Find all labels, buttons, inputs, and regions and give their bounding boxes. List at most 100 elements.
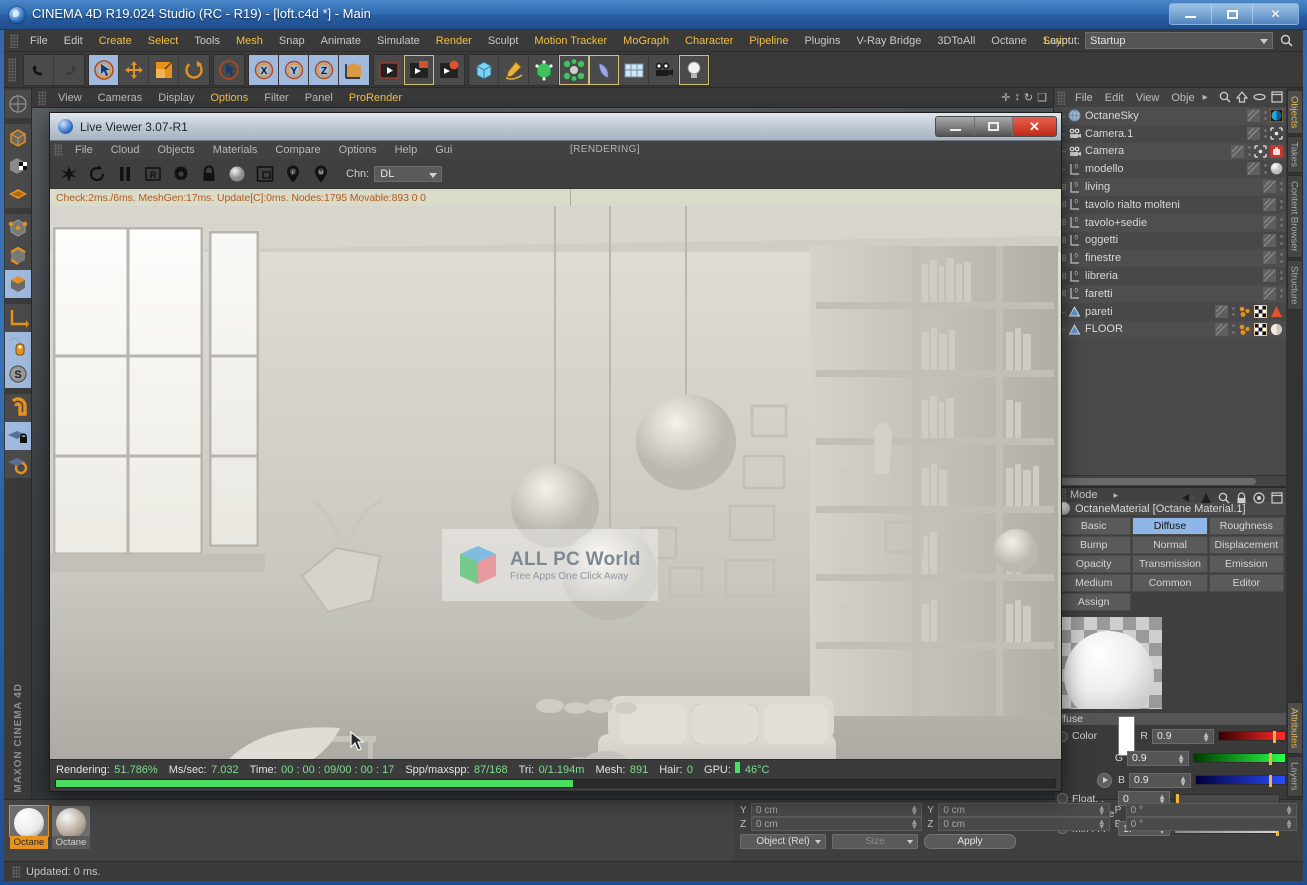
light-icon[interactable] xyxy=(679,54,709,85)
material-preview[interactable] xyxy=(1054,613,1286,713)
dock-tab-attributes[interactable]: Attributes xyxy=(1286,702,1303,755)
object-row[interactable]: – pareti xyxy=(1054,302,1286,321)
object-row[interactable]: ⊞ 0 libreria xyxy=(1054,267,1286,285)
menu-item-3dtoall[interactable]: 3DToAll xyxy=(929,32,983,50)
channel-dropdown[interactable]: DL xyxy=(374,165,443,182)
camera-target-tag[interactable] xyxy=(1254,144,1267,158)
visibility-toggle-icon[interactable] xyxy=(1263,251,1276,265)
object-manager-hscrollbar[interactable] xyxy=(1054,475,1286,486)
object-manager-menu-file[interactable]: File xyxy=(1069,92,1099,104)
object-manager-menu-edit[interactable]: Edit xyxy=(1099,92,1130,104)
render-settings-icon[interactable] xyxy=(434,54,464,85)
scale-icon[interactable] xyxy=(149,54,179,85)
attr-tab-assign[interactable]: Assign xyxy=(1056,593,1132,611)
object-row[interactable]: ⊞ 0 living xyxy=(1054,178,1286,196)
dock-tab-objects[interactable]: Objects xyxy=(1286,90,1303,135)
attr-tab-transmission[interactable]: Transmission xyxy=(1132,555,1208,573)
coordinate-input[interactable]: 0 cm ▲ ▼ xyxy=(938,817,1110,831)
object-row[interactable]: – Camera.1 xyxy=(1054,124,1286,143)
viewport-menu-prorender[interactable]: ProRender xyxy=(341,90,410,106)
visibility-dots-icon[interactable] xyxy=(1279,216,1283,229)
move-icon[interactable] xyxy=(119,54,149,85)
visibility-dots-icon[interactable] xyxy=(1279,180,1283,193)
menu-item-octane[interactable]: Octane xyxy=(983,32,1034,50)
scale-view-icon[interactable]: ↕ xyxy=(1014,91,1020,104)
spinner-icon[interactable]: ▲▼ xyxy=(1098,818,1106,831)
spinner-icon[interactable]: ▲▼ xyxy=(910,804,918,817)
maximize-icon[interactable] xyxy=(974,117,1012,136)
menu-item-snap[interactable]: Snap xyxy=(271,32,313,50)
coordinate-input[interactable]: 0 cm ▲ ▼ xyxy=(938,803,1110,817)
menu-item-mesh[interactable]: Mesh xyxy=(228,32,271,50)
axis-x-lock-icon[interactable]: X xyxy=(249,54,279,85)
live-viewer-menu-objects[interactable]: Objects xyxy=(148,144,203,156)
material-pin-icon[interactable]: M xyxy=(308,162,334,186)
menu-item-render[interactable]: Render xyxy=(428,32,480,50)
axis-z-lock-icon[interactable]: Z xyxy=(309,54,339,85)
model-mode-icon[interactable] xyxy=(4,124,31,152)
visibility-dots-icon[interactable] xyxy=(1279,287,1283,300)
dock-tab-structure[interactable]: Structure xyxy=(1286,259,1303,311)
more-arrow-icon[interactable]: ▸ xyxy=(1201,92,1208,103)
close-icon[interactable]: ✕ xyxy=(1252,4,1298,24)
spinner-icon[interactable]: ▲▼ xyxy=(1285,804,1293,817)
visibility-dots-icon[interactable] xyxy=(1279,251,1283,264)
visibility-toggle-icon[interactable] xyxy=(1263,215,1276,229)
object-row[interactable]: ⊞ 0 tavolo+sedie xyxy=(1054,213,1286,232)
dock-tab-layers[interactable]: Layers xyxy=(1286,756,1303,797)
live-viewer-menu-cloud[interactable]: Cloud xyxy=(102,144,149,156)
visibility-toggle-icon[interactable] xyxy=(1247,126,1260,140)
menu-item-tools[interactable]: Tools xyxy=(186,32,228,50)
attr-tab-emission[interactable]: Emission xyxy=(1208,555,1284,573)
visibility-toggle-icon[interactable] xyxy=(1263,180,1276,194)
polygon-mode-icon[interactable] xyxy=(4,270,31,298)
world-object-coords-icon[interactable] xyxy=(339,54,369,85)
octane-camera-tag[interactable] xyxy=(1270,144,1283,158)
visibility-dots-icon[interactable] xyxy=(1279,269,1283,282)
live-viewer-menu-help[interactable]: Help xyxy=(386,144,427,156)
float-slider[interactable] xyxy=(1174,793,1280,806)
point-mode-icon[interactable] xyxy=(4,214,31,242)
triangle-left-icon[interactable] xyxy=(1180,491,1194,509)
lock-icon[interactable] xyxy=(1236,491,1247,509)
render-region-icon[interactable] xyxy=(404,54,434,85)
visibility-dots-icon[interactable] xyxy=(1231,305,1235,318)
environment-icon[interactable] xyxy=(619,54,649,85)
fit-icon[interactable] xyxy=(1271,491,1283,509)
target-icon[interactable] xyxy=(1253,491,1265,509)
menu-item-motion-tracker[interactable]: Motion Tracker xyxy=(526,32,615,50)
menu-item-mograph[interactable]: MoGraph xyxy=(615,32,677,50)
menu-item-select[interactable]: Select xyxy=(140,32,187,50)
picture-in-picture-icon[interactable] xyxy=(252,162,278,186)
axis-modify-icon[interactable] xyxy=(4,304,31,332)
viewport-menu-view[interactable]: View xyxy=(50,90,90,106)
menu-item-edit[interactable]: Edit xyxy=(56,32,91,50)
triangle-up-icon[interactable] xyxy=(1200,491,1212,509)
material-sphere-tag[interactable] xyxy=(1270,162,1283,175)
visibility-dots-icon[interactable] xyxy=(1231,323,1235,336)
camera-target-tag[interactable] xyxy=(1270,127,1283,140)
object-manager-grip-icon[interactable] xyxy=(1057,90,1065,105)
rotate-view-icon[interactable]: ↻ xyxy=(1024,91,1033,104)
planar-workplane-icon[interactable] xyxy=(4,450,31,478)
viewport-grip-icon[interactable] xyxy=(38,90,46,105)
object-manager-menu-obje[interactable]: Obje xyxy=(1165,92,1200,104)
spinner-icon[interactable]: ▲▼ xyxy=(1098,804,1106,817)
visibility-dots-icon[interactable] xyxy=(1279,198,1283,211)
attr-tab-displacement[interactable]: Displacement xyxy=(1208,536,1284,554)
fit-icon[interactable] xyxy=(1271,90,1283,108)
object-row[interactable]: ⊞ 0 tavolo rialto molteni xyxy=(1054,195,1286,214)
material-manager[interactable]: Octane Octane xyxy=(4,800,734,861)
visibility-toggle-icon[interactable] xyxy=(1231,144,1244,158)
material-tag[interactable] xyxy=(1270,323,1283,336)
minimize-icon[interactable] xyxy=(936,117,974,136)
menu-item-sculpt[interactable]: Sculpt xyxy=(480,32,527,50)
viewport-menu-filter[interactable]: Filter xyxy=(256,90,296,106)
statusbar-grip-icon[interactable] xyxy=(12,865,20,878)
attr-tab-roughness[interactable]: Roughness xyxy=(1208,517,1284,535)
coordinate-input[interactable]: 0 cm ▲ ▼ xyxy=(751,817,923,831)
visibility-toggle-icon[interactable] xyxy=(1263,233,1276,247)
phong-tag[interactable] xyxy=(1238,323,1251,336)
coordinate-input[interactable]: 0 cm ▲ ▼ xyxy=(751,803,923,817)
object-row[interactable]: ⊞ 0 finestre xyxy=(1054,249,1286,268)
